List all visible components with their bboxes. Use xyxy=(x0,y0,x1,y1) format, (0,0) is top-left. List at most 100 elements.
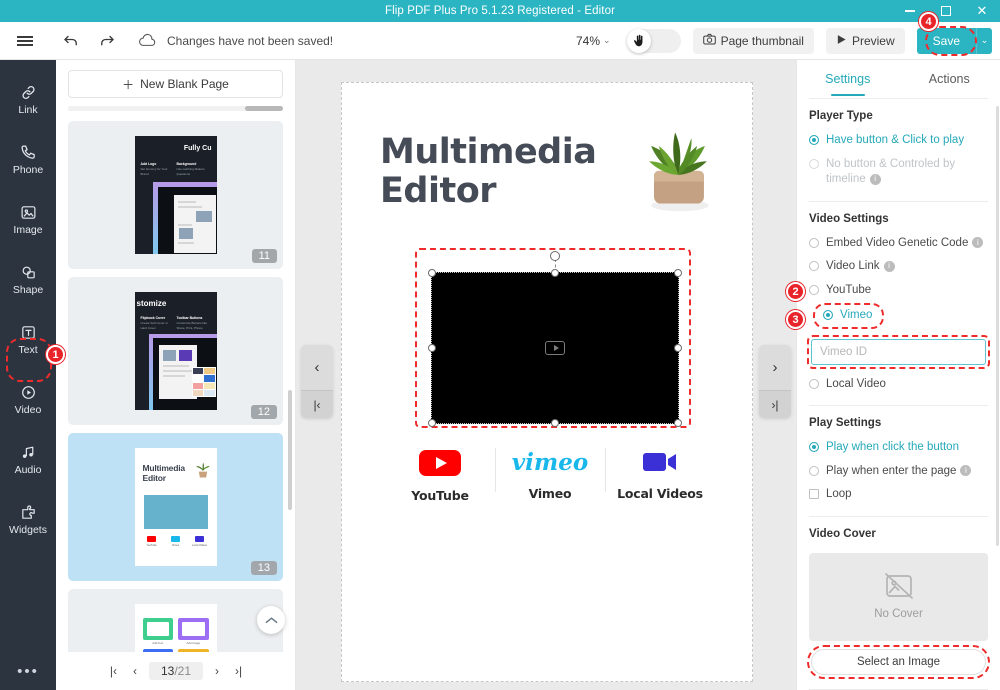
video-source-option-embed-code[interactable]: Embed Video Genetic Code i xyxy=(797,232,1000,256)
list-item[interactable]: Fully Cu Add Logo Set Gummy for Your Brand… xyxy=(68,121,283,269)
youtube-option[interactable]: YouTube xyxy=(390,448,490,503)
editor-page[interactable]: Multimedia Editor YouTube vimeo Vimeo Lo… xyxy=(341,82,753,682)
tools-rail: Link Phone Image Shape Text Video Audio … xyxy=(0,60,56,690)
video-source-option-vimeo[interactable]: Vimeo xyxy=(819,306,878,326)
select-an-image-button[interactable]: Select an Image xyxy=(811,648,986,675)
page-thumbnail-button[interactable]: Page thumbnail xyxy=(692,27,814,54)
video-source-option-youtube[interactable]: YouTube xyxy=(797,279,1000,303)
sidebar-item-label: Video xyxy=(14,404,42,416)
sidebar-item-video[interactable]: Video xyxy=(0,376,56,424)
hand-tool-toggle[interactable] xyxy=(626,28,681,53)
local-videos-option[interactable]: Local Videos xyxy=(610,448,710,501)
sidebar-item-audio[interactable]: Audio xyxy=(0,436,56,484)
video-icon xyxy=(20,384,37,401)
sidebar-item-widgets[interactable]: Widgets xyxy=(0,496,56,544)
sidebar-item-label: Widgets xyxy=(9,524,47,536)
thumbnails-horizontal-scrollbar[interactable] xyxy=(68,106,283,111)
video-source-option-local-video[interactable]: Local Video xyxy=(797,373,1000,397)
radio-icon xyxy=(809,378,819,389)
player-type-option-have-button[interactable]: Have button & Click to play xyxy=(797,129,1000,153)
new-blank-page-button[interactable]: ＋ New Blank Page xyxy=(68,70,283,98)
scrollbar-thumb[interactable] xyxy=(245,106,283,111)
hand-icon xyxy=(626,28,651,53)
resize-handle-se[interactable] xyxy=(674,419,682,427)
radio-icon xyxy=(809,135,819,145)
play-settings-title: Play Settings xyxy=(809,417,882,430)
vimeo-id-input[interactable] xyxy=(811,338,986,365)
close-icon[interactable]: ✕ xyxy=(964,0,1000,22)
option-label: YouTube xyxy=(826,283,872,296)
potted-plant-image[interactable] xyxy=(630,121,726,217)
info-icon[interactable]: i xyxy=(960,465,972,477)
page-title[interactable]: Multimedia Editor xyxy=(380,132,630,211)
play-icon xyxy=(836,34,847,48)
last-page-icon[interactable]: ›| xyxy=(231,662,246,680)
resize-handle-n[interactable] xyxy=(551,269,559,277)
info-icon[interactable]: i xyxy=(869,173,881,185)
info-icon[interactable]: i xyxy=(972,237,984,249)
mini-label: YouTube xyxy=(146,544,157,547)
play-option-enter-page[interactable]: Play when enter the page i xyxy=(797,460,1000,484)
sidebar-item-link[interactable]: Link xyxy=(0,76,56,124)
list-item-selected[interactable]: Multimedia Editor YouTube Vimeo Local Vi… xyxy=(68,433,283,581)
settings-panel: Settings Actions Player Type Have button… xyxy=(796,60,1000,690)
sidebar-item-shape[interactable]: Shape xyxy=(0,256,56,304)
first-page-button[interactable]: |‹ xyxy=(301,390,333,418)
media-icons-row: YouTube Vimeo Local Videos xyxy=(142,536,210,547)
tile-label: Add Text xyxy=(152,641,164,645)
resize-handle-ne[interactable] xyxy=(674,269,682,277)
sidebar-item-image[interactable]: Image xyxy=(0,196,56,244)
tile-label: Add Image xyxy=(186,641,201,645)
sidebar-item-label: Link xyxy=(18,104,38,116)
rotate-handle[interactable] xyxy=(550,251,560,261)
video-cover-preview[interactable]: No Cover xyxy=(809,552,988,641)
player-type-option-no-button[interactable]: No button & Controled by timeline i xyxy=(797,153,1000,192)
next-page-icon[interactable]: › xyxy=(211,662,223,680)
resize-handle-sw[interactable] xyxy=(428,419,436,427)
resize-handle-nw[interactable] xyxy=(428,269,436,277)
info-icon[interactable]: i xyxy=(883,260,895,272)
resize-handle-s[interactable] xyxy=(551,419,559,427)
preview-label: Preview xyxy=(851,33,895,48)
option-label: Vimeo xyxy=(840,309,873,322)
vimeo-icon: vimeo xyxy=(512,449,588,479)
redo-icon[interactable] xyxy=(90,24,124,58)
sidebar-item-phone[interactable]: Phone xyxy=(0,136,56,184)
audio-icon xyxy=(20,444,37,461)
media-options-row: YouTube vimeo Vimeo Local Videos xyxy=(390,448,710,503)
window-title-bar: Flip PDF Plus Pro 5.1.23 Registered - Ed… xyxy=(0,0,1000,22)
canvas-area: Multimedia Editor YouTube vimeo Vimeo Lo… xyxy=(296,60,796,690)
first-page-icon[interactable]: |‹ xyxy=(106,662,121,680)
hamburger-icon[interactable] xyxy=(8,24,42,58)
save-button[interactable]: Save xyxy=(916,27,976,54)
prev-page-button[interactable]: ‹ xyxy=(301,345,333,390)
tab-actions[interactable]: Actions xyxy=(899,60,1000,98)
vimeo-option[interactable]: vimeo Vimeo xyxy=(500,448,600,501)
play-option-click-button[interactable]: Play when click the button xyxy=(797,436,1000,460)
video-object[interactable] xyxy=(428,251,682,427)
next-page-button[interactable]: › xyxy=(759,345,791,390)
tab-settings[interactable]: Settings xyxy=(797,60,899,98)
video-source-option-video-link[interactable]: Video Link i xyxy=(797,255,1000,279)
sidebar-item-label: Phone xyxy=(12,164,44,176)
save-dropdown-caret[interactable]: ⌄ xyxy=(976,27,992,54)
divider xyxy=(494,448,496,492)
more-tools-icon[interactable]: ••• xyxy=(0,663,56,680)
thumbnails-vertical-scrollbar[interactable] xyxy=(288,390,292,510)
list-item[interactable]: stomize Flipbook Cover Create Soft Cover … xyxy=(68,277,283,425)
undo-icon[interactable] xyxy=(54,24,88,58)
zoom-level-select[interactable]: 74% ⌄ xyxy=(570,30,617,52)
option-label: Play when enter the page xyxy=(826,464,957,477)
phone-icon xyxy=(20,144,37,161)
canvas-prev-nav-group: ‹ |‹ xyxy=(301,345,333,418)
resize-handle-e[interactable] xyxy=(674,344,682,352)
prev-page-icon[interactable]: ‹ xyxy=(129,662,141,680)
last-page-button[interactable]: ›| xyxy=(759,390,791,418)
play-option-loop[interactable]: Loop xyxy=(797,483,1000,507)
chevron-up-icon[interactable] xyxy=(257,606,285,634)
resize-handle-w[interactable] xyxy=(428,344,436,352)
settings-vertical-scrollbar[interactable] xyxy=(996,106,999,546)
preview-button[interactable]: Preview xyxy=(825,27,905,54)
page-indicator[interactable]: 13/21 xyxy=(148,662,204,680)
zoom-level-value: 74% xyxy=(575,33,601,48)
